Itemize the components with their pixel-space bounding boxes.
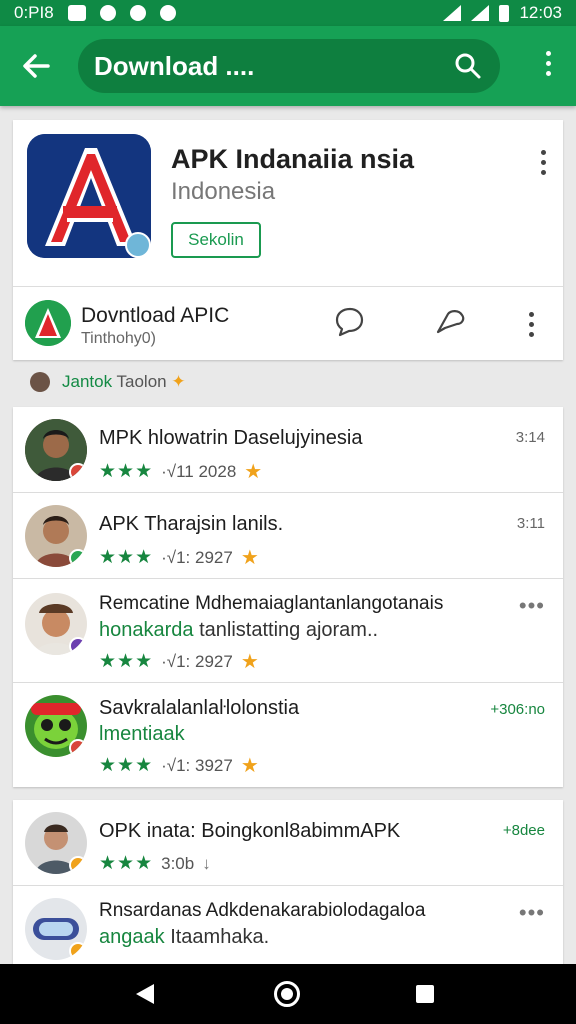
item-subtitle-gray: tanlistatting ajoram.. bbox=[199, 619, 379, 641]
item-subtitle-green: honakarda bbox=[99, 619, 194, 641]
search-icon[interactable] bbox=[452, 50, 484, 82]
verified-badge-icon bbox=[125, 232, 151, 258]
item-right-value: 3:14 bbox=[515, 429, 545, 446]
status-time-right: 12:03 bbox=[519, 3, 562, 22]
more-options-icon[interactable] bbox=[539, 150, 547, 180]
system-nav-bar bbox=[0, 964, 576, 1024]
item-subtitle: lmentiaak bbox=[99, 723, 185, 746]
item-title: OPK inata: Boingkonl8abimmAPK bbox=[99, 820, 401, 842]
orange-star-icon: ★ bbox=[240, 755, 259, 777]
app-title: APK Indanaiia nsia bbox=[171, 144, 415, 174]
item-right-value: +8dee bbox=[502, 822, 545, 839]
user-avatar-icon bbox=[30, 372, 50, 392]
avatar bbox=[25, 593, 87, 655]
overflow-menu-icon[interactable] bbox=[544, 51, 552, 81]
status-time-left: 0:PI8 bbox=[14, 3, 54, 22]
list-item[interactable]: APK Tharajsin lanils. ★★★ ·√1: 2927 ★ 3:… bbox=[13, 493, 563, 579]
item-date: 3:0b bbox=[161, 853, 195, 873]
section-label-green[interactable]: Jantok bbox=[62, 372, 112, 391]
app-subtitle: Indonesia bbox=[171, 178, 276, 205]
signal-icon bbox=[471, 5, 490, 21]
status-bar: 0:PI8 12:03 bbox=[0, 0, 576, 26]
list-item[interactable]: OPK inata: Boingkonl8abimmAPK ★★★ 3:0b ↓… bbox=[13, 800, 563, 886]
item-date: ·√1: 2927 bbox=[161, 651, 233, 671]
divider bbox=[13, 286, 563, 287]
leaf-notification-icon bbox=[99, 5, 116, 21]
download-arrow-icon: ↓ bbox=[202, 853, 211, 873]
item-meta: ★★★ 3:0b ↓ bbox=[99, 852, 211, 875]
more-horizontal-icon[interactable]: ••• bbox=[519, 900, 545, 926]
app-badge-icon bbox=[69, 463, 87, 481]
battery-icon bbox=[499, 4, 510, 22]
star-badge-icon: ✦ bbox=[171, 372, 186, 391]
item-subtitle: angaak Itaamhaka. bbox=[99, 926, 269, 949]
avatar bbox=[25, 812, 87, 874]
chat-notification-icon bbox=[129, 5, 146, 21]
download-app-logo bbox=[25, 300, 71, 346]
app-badge-icon bbox=[69, 549, 87, 567]
photo-notification-icon bbox=[67, 5, 86, 21]
app-badge-icon bbox=[69, 942, 87, 960]
share-icon[interactable] bbox=[433, 304, 469, 340]
item-meta: ★★★ ·√1: 2927 ★ bbox=[99, 545, 259, 570]
nav-home-icon[interactable] bbox=[274, 981, 300, 1007]
orange-star-icon: ★ bbox=[240, 651, 259, 673]
item-date: ·√1: 3927 bbox=[161, 755, 233, 775]
section-label-gray: Taolon bbox=[116, 372, 167, 391]
app-notification-icon bbox=[159, 5, 176, 21]
item-meta: ★★★ ·√11 2028 ★ bbox=[99, 459, 262, 484]
item-title: Savkralalanlaŀlolonstia bbox=[99, 697, 300, 719]
list-item[interactable]: Rnsardanas Adkdenakarabiolodagaloa angaa… bbox=[13, 886, 563, 965]
search-query[interactable]: Download .... bbox=[94, 51, 452, 82]
download-more-icon[interactable] bbox=[527, 312, 535, 342]
orange-star-icon: ★ bbox=[240, 547, 259, 569]
nav-back-icon[interactable] bbox=[136, 984, 154, 1004]
avatar bbox=[25, 505, 87, 567]
item-title: MPK hlowatrin Daselujyinesia bbox=[99, 427, 363, 449]
item-subtitle: honakarda tanlistatting ajoram.. bbox=[99, 619, 378, 642]
rating-stars-icon: ★★★ bbox=[99, 651, 154, 672]
section-header: Jantok Taolon ✦ bbox=[30, 372, 186, 392]
item-date: ·√1: 2927 bbox=[161, 547, 233, 567]
item-title: Rnsardanas Adkdenakarabiolodagaloa bbox=[99, 900, 426, 921]
orange-star-icon: ★ bbox=[244, 461, 263, 483]
item-subtitle-green: lmentiaak bbox=[99, 723, 185, 745]
item-meta: ★★★ ·√1: 2927 ★ bbox=[99, 649, 259, 674]
download-subtitle: Tinthohy0) bbox=[81, 330, 156, 347]
comment-icon[interactable] bbox=[331, 304, 367, 340]
item-right-value: 3:11 bbox=[516, 515, 545, 532]
app-bar: Download .... bbox=[0, 26, 576, 106]
install-button[interactable]: Sekolin bbox=[171, 222, 261, 258]
app-card: APK Indanaiia nsia Indonesia Sekolin Dov… bbox=[13, 120, 563, 360]
search-box[interactable]: Download .... bbox=[78, 39, 500, 93]
download-title: Dovntload APIC bbox=[81, 304, 230, 327]
results-list-secondary: OPK inata: Boingkonl8abimmAPK ★★★ 3:0b ↓… bbox=[13, 800, 563, 965]
item-subtitle-green: angaak bbox=[99, 926, 165, 948]
avatar bbox=[25, 419, 87, 481]
rating-stars-icon: ★★★ bbox=[99, 547, 154, 568]
rating-stars-icon: ★★★ bbox=[99, 461, 154, 482]
item-title: Remcatine Mdhemaiaglantanlangotanais bbox=[99, 593, 444, 614]
item-meta: ★★★ ·√1: 3927 ★ bbox=[99, 753, 259, 778]
list-item[interactable]: Remcatine Mdhemaiaglantanlangotanais hon… bbox=[13, 579, 563, 683]
list-item[interactable]: MPK hlowatrin Daselujyinesia ★★★ ·√11 20… bbox=[13, 407, 563, 493]
item-right-value: +306:no bbox=[490, 701, 545, 718]
nav-recents-icon[interactable] bbox=[416, 985, 434, 1003]
rating-stars-icon: ★★★ bbox=[99, 853, 154, 874]
more-horizontal-icon[interactable]: ••• bbox=[519, 593, 545, 619]
item-title: APK Tharajsin lanils. bbox=[99, 513, 284, 535]
app-badge-icon bbox=[69, 856, 87, 874]
wifi-icon bbox=[443, 5, 462, 21]
avatar bbox=[25, 898, 87, 960]
rating-stars-icon: ★★★ bbox=[99, 755, 154, 776]
app-badge-icon bbox=[69, 637, 87, 655]
app-badge-icon bbox=[69, 739, 87, 757]
avatar bbox=[25, 695, 87, 757]
list-item[interactable]: Savkralalanlaŀlolonstia lmentiaak ★★★ ·√… bbox=[13, 683, 563, 787]
back-arrow-icon[interactable] bbox=[18, 48, 54, 84]
item-subtitle-gray: Itaamhaka. bbox=[170, 926, 270, 948]
item-date: ·√11 2028 bbox=[161, 461, 237, 481]
results-list: MPK hlowatrin Daselujyinesia ★★★ ·√11 20… bbox=[13, 407, 563, 787]
